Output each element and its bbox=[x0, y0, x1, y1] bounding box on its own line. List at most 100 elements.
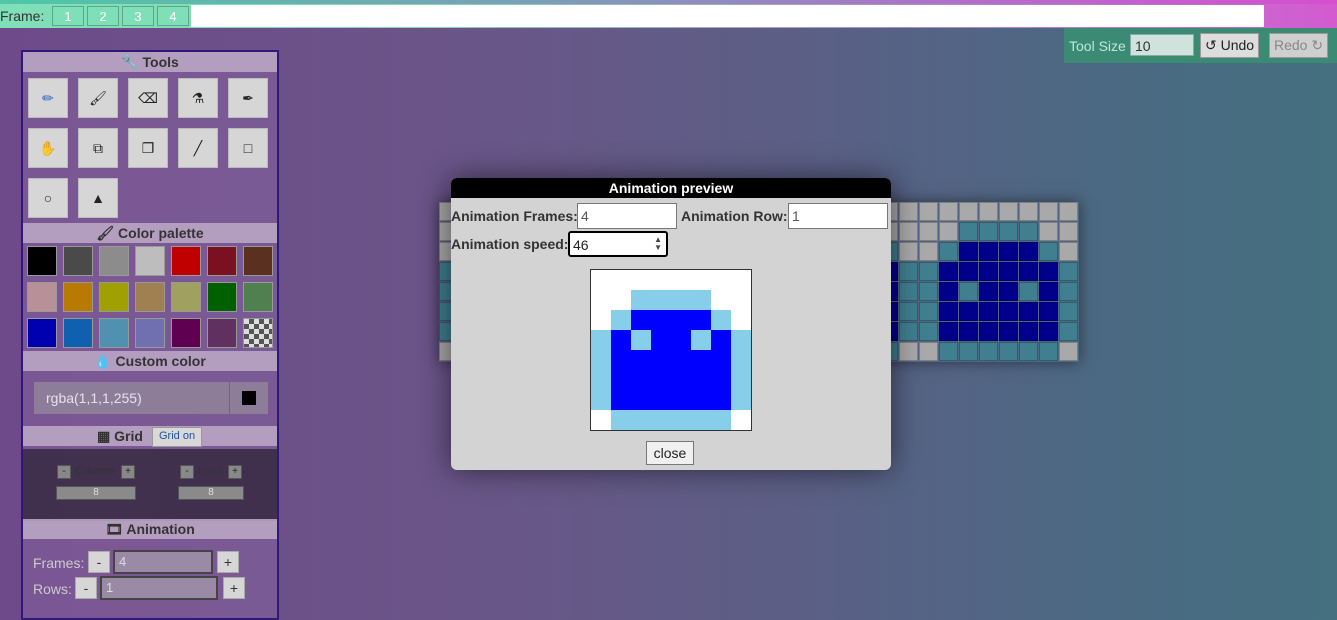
canvas-pixel[interactable] bbox=[899, 202, 918, 221]
frame-button-1[interactable]: 1 bbox=[52, 6, 84, 26]
anim-rows-plus-button[interactable]: + bbox=[223, 577, 245, 599]
triangle-tool-button[interactable]: ▲ bbox=[78, 178, 118, 218]
rectangle-tool-button[interactable]: □ bbox=[228, 128, 268, 168]
canvas-pixel[interactable] bbox=[919, 282, 938, 301]
palette-swatch[interactable] bbox=[99, 318, 129, 348]
canvas-pixel[interactable] bbox=[1039, 282, 1058, 301]
canvas-pixel[interactable] bbox=[919, 222, 938, 241]
palette-swatch[interactable] bbox=[135, 246, 165, 276]
palette-swatch[interactable] bbox=[243, 318, 273, 348]
canvas-pixel[interactable] bbox=[1059, 202, 1078, 221]
canvas-pixel[interactable] bbox=[1019, 262, 1038, 281]
canvas-pixel[interactable] bbox=[999, 262, 1018, 281]
canvas-pixel[interactable] bbox=[939, 262, 958, 281]
canvas-pixel[interactable] bbox=[919, 262, 938, 281]
palette-swatch[interactable] bbox=[27, 246, 57, 276]
canvas-pixel[interactable] bbox=[1019, 302, 1038, 321]
canvas-pixel[interactable] bbox=[1019, 222, 1038, 241]
hand-tool-button[interactable]: ✋ bbox=[28, 128, 68, 168]
palette-swatch[interactable] bbox=[171, 318, 201, 348]
canvas-pixel[interactable] bbox=[999, 282, 1018, 301]
canvas-pixel[interactable] bbox=[999, 242, 1018, 261]
canvas-pixel[interactable] bbox=[979, 282, 998, 301]
spinner-arrows-icon[interactable]: ▲ ▼ bbox=[654, 236, 662, 252]
canvas-pixel[interactable] bbox=[1059, 342, 1078, 361]
palette-swatch[interactable] bbox=[99, 246, 129, 276]
close-button[interactable]: close bbox=[646, 441, 694, 465]
palette-swatch[interactable] bbox=[171, 282, 201, 312]
canvas-pixel[interactable] bbox=[979, 242, 998, 261]
frame-strip-area[interactable] bbox=[191, 5, 1264, 27]
canvas-pixel[interactable] bbox=[899, 302, 918, 321]
palette-swatch[interactable] bbox=[243, 282, 273, 312]
canvas-pixel[interactable] bbox=[1039, 222, 1058, 241]
anim-frames-minus-button[interactable]: - bbox=[88, 551, 110, 573]
animation-speed-input[interactable]: 46 ▲ ▼ bbox=[568, 231, 668, 257]
canvas-pixel[interactable] bbox=[919, 342, 938, 361]
canvas-pixel[interactable] bbox=[1039, 242, 1058, 261]
canvas-pixel[interactable] bbox=[959, 322, 978, 341]
columns-plus-button[interactable]: + bbox=[121, 465, 135, 479]
canvas-pixel[interactable] bbox=[1019, 202, 1038, 221]
canvas-pixel[interactable] bbox=[1059, 242, 1078, 261]
palette-swatch[interactable] bbox=[207, 318, 237, 348]
canvas-pixel[interactable] bbox=[899, 282, 918, 301]
tool-size-input[interactable]: 10 bbox=[1130, 34, 1194, 56]
canvas-pixel[interactable] bbox=[959, 262, 978, 281]
canvas-pixel[interactable] bbox=[899, 322, 918, 341]
frame-button-4[interactable]: 4 bbox=[157, 6, 189, 26]
anim-frames-plus-button[interactable]: + bbox=[217, 551, 239, 573]
canvas-pixel[interactable] bbox=[899, 242, 918, 261]
canvas-pixel[interactable] bbox=[1059, 262, 1078, 281]
brush-tool-button[interactable]: 🖌 bbox=[78, 78, 118, 118]
canvas-pixel[interactable] bbox=[1059, 282, 1078, 301]
palette-swatch[interactable] bbox=[207, 246, 237, 276]
canvas-pixel[interactable] bbox=[979, 342, 998, 361]
canvas-pixel[interactable] bbox=[1019, 242, 1038, 261]
canvas-pixel[interactable] bbox=[999, 202, 1018, 221]
custom-color-picker[interactable] bbox=[230, 382, 268, 414]
canvas-pixel[interactable] bbox=[919, 242, 938, 261]
canvas-pixel[interactable] bbox=[999, 302, 1018, 321]
line-tool-button[interactable]: ╱ bbox=[178, 128, 218, 168]
canvas-pixel[interactable] bbox=[979, 322, 998, 341]
palette-swatch[interactable] bbox=[63, 282, 93, 312]
columns-minus-button[interactable]: - bbox=[57, 465, 71, 479]
palette-swatch[interactable] bbox=[99, 282, 129, 312]
palette-swatch[interactable] bbox=[63, 246, 93, 276]
custom-color-input[interactable]: rgba(1,1,1,255) bbox=[34, 382, 229, 414]
canvas-pixel[interactable] bbox=[959, 242, 978, 261]
canvas-pixel[interactable] bbox=[1039, 262, 1058, 281]
canvas-pixel[interactable] bbox=[919, 202, 938, 221]
canvas-pixel[interactable] bbox=[979, 222, 998, 241]
frame-button-2[interactable]: 2 bbox=[87, 6, 119, 26]
canvas-pixel[interactable] bbox=[979, 302, 998, 321]
palette-swatch[interactable] bbox=[243, 246, 273, 276]
pencil-tool-button[interactable]: ✏ bbox=[28, 78, 68, 118]
palette-swatch[interactable] bbox=[207, 282, 237, 312]
canvas-pixel[interactable] bbox=[1039, 202, 1058, 221]
redo-button[interactable]: Redo ↻ bbox=[1269, 33, 1329, 58]
anim-rows-input[interactable]: 1 bbox=[100, 576, 218, 600]
rows-input[interactable]: 8 bbox=[178, 486, 244, 500]
canvas-pixel[interactable] bbox=[979, 262, 998, 281]
canvas-pixel[interactable] bbox=[939, 202, 958, 221]
canvas-pixel[interactable] bbox=[939, 302, 958, 321]
rows-plus-button[interactable]: + bbox=[228, 465, 242, 479]
columns-input[interactable]: 8 bbox=[56, 486, 136, 500]
palette-swatch[interactable] bbox=[135, 318, 165, 348]
canvas-pixel[interactable] bbox=[1019, 282, 1038, 301]
canvas-pixel[interactable] bbox=[1059, 302, 1078, 321]
canvas-pixel[interactable] bbox=[919, 322, 938, 341]
circle-tool-button[interactable]: ○ bbox=[28, 178, 68, 218]
palette-swatch[interactable] bbox=[63, 318, 93, 348]
canvas-pixel[interactable] bbox=[1019, 342, 1038, 361]
copy-tool-button[interactable]: ❐ bbox=[128, 128, 168, 168]
canvas-pixel[interactable] bbox=[1039, 322, 1058, 341]
canvas-pixel[interactable] bbox=[939, 322, 958, 341]
anim-frames-input[interactable]: 4 bbox=[113, 550, 213, 574]
animation-frames-input[interactable]: 4 bbox=[577, 203, 677, 229]
frame-button-3[interactable]: 3 bbox=[122, 6, 154, 26]
grid-toggle-button[interactable]: Grid on bbox=[152, 427, 203, 447]
anim-rows-minus-button[interactable]: - bbox=[75, 577, 97, 599]
